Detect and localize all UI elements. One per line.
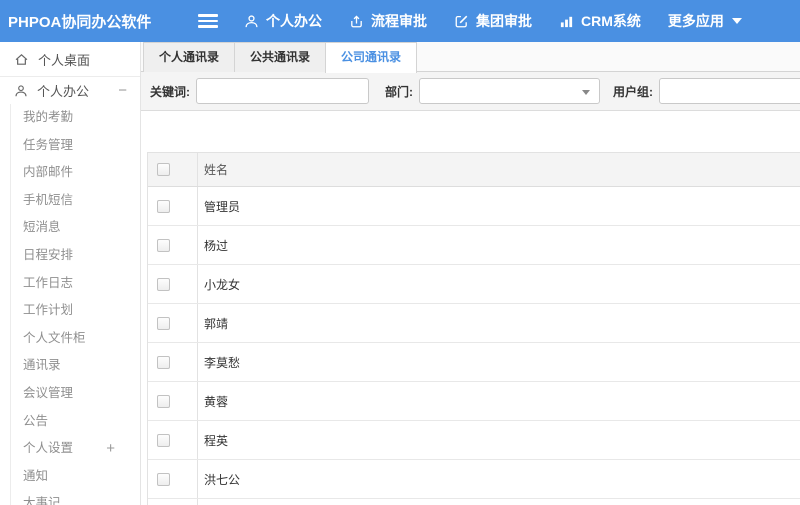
table-row[interactable]: 管理员 <box>148 187 800 226</box>
row-checkbox[interactable] <box>157 355 170 369</box>
sidebar-item-notifications[interactable]: 通知 <box>11 463 140 491</box>
sidebar-item-announcements[interactable]: 公告 <box>11 408 140 436</box>
chevron-down-icon <box>731 18 742 24</box>
sidebar-item-short-message[interactable]: 短消息 <box>11 214 140 242</box>
table-row[interactable]: 黄蓉 <box>148 382 800 421</box>
nav-label: 更多应用 <box>667 13 724 29</box>
contact-name: 杨过 <box>204 238 229 253</box>
column-header-name: 姓名 <box>204 163 229 177</box>
nav-crm-system[interactable]: CRM系统 <box>559 11 641 31</box>
department-label: 部门: <box>385 84 413 99</box>
sidebar-item-meeting-management[interactable]: 会议管理 <box>11 380 140 408</box>
keyword-label: 关键词: <box>150 84 190 99</box>
sidebar-item-file-cabinet[interactable]: 个人文件柜 <box>11 325 140 353</box>
sidebar-item-mobile-sms[interactable]: 手机短信 <box>11 187 140 215</box>
nav-label: 集团审批 <box>476 13 532 29</box>
contacts-table: 姓名 管理员 杨过 小龙女 郭靖 李莫愁 黄蓉 程英 洪七公 <box>147 152 800 505</box>
select-caret-icon <box>582 90 590 95</box>
filter-bar: 关键词: 部门: 用户组: <box>141 72 800 111</box>
expand-plus-icon[interactable]: + <box>106 435 115 463</box>
nav-more-apps[interactable]: 更多应用 <box>668 11 742 31</box>
edit-icon <box>454 14 469 29</box>
table-header-row: 姓名 <box>148 153 800 187</box>
contact-name: 李莫愁 <box>204 355 241 370</box>
row-checkbox[interactable] <box>157 277 170 291</box>
main-content: 个人通讯录 公共通讯录 公司通讯录 关键词: 部门: 用户组: 姓名 管理员 杨… <box>141 42 800 505</box>
menu-toggle-icon[interactable] <box>198 11 218 31</box>
table-row[interactable]: 郭靖 <box>148 304 800 343</box>
nav-label: CRM系统 <box>581 13 641 29</box>
nav-workflow-approval[interactable]: 流程审批 <box>349 11 427 31</box>
sidebar-submenu: 我的考勤 任务管理 内部邮件 手机短信 短消息 日程安排 工作日志 工作计划 个… <box>10 104 140 505</box>
tab-bar: 个人通讯录 公共通讯录 公司通讯录 <box>141 42 800 73</box>
tab-company-contacts[interactable]: 公司通讯录 <box>325 42 418 73</box>
table-row[interactable]: 程英 <box>148 421 800 460</box>
row-checkbox[interactable] <box>157 316 170 330</box>
sidebar: 个人桌面 个人办公 − 我的考勤 任务管理 内部邮件 手机短信 短消息 日程安排… <box>0 42 141 505</box>
sidebar-item-task-management[interactable]: 任务管理 <box>11 132 140 160</box>
nav-personal-office[interactable]: 个人办公 <box>244 11 322 31</box>
person-icon <box>244 14 259 29</box>
department-select[interactable] <box>419 78 600 104</box>
sidebar-group-label: 个人办公 <box>37 84 90 99</box>
sidebar-item-contacts[interactable]: 通讯录 <box>11 352 140 380</box>
row-checkbox[interactable] <box>157 433 170 447</box>
table-row[interactable]: 洪七公 <box>148 460 800 499</box>
contact-name: 黄蓉 <box>204 394 229 409</box>
row-checkbox[interactable] <box>157 394 170 408</box>
sidebar-item-personal-settings[interactable]: 个人设置 + <box>11 435 140 463</box>
row-checkbox[interactable] <box>157 238 170 252</box>
sidebar-item-work-plan[interactable]: 工作计划 <box>11 297 140 325</box>
workflow-upload-icon <box>349 14 364 29</box>
sidebar-item-schedule[interactable]: 日程安排 <box>11 242 140 270</box>
table-row-clipped <box>148 499 800 505</box>
nav-group-approval[interactable]: 集团审批 <box>454 11 532 31</box>
keyword-input[interactable] <box>196 78 369 104</box>
home-icon <box>14 52 29 67</box>
top-navigation: 个人办公 流程审批 集团审批 CRM系统 更多应用 <box>244 11 769 31</box>
app-header: PHPOA协同办公软件 个人办公 流程审批 集团审批 CRM系统 更多应用 <box>0 0 800 42</box>
usergroup-label: 用户组: <box>613 84 653 99</box>
table-row[interactable]: 李莫愁 <box>148 343 800 382</box>
sidebar-item-personal-desktop[interactable]: 个人桌面 <box>0 42 140 77</box>
contact-name: 程英 <box>204 433 229 448</box>
table-row[interactable]: 小龙女 <box>148 265 800 304</box>
app-title: PHPOA协同办公软件 <box>8 13 152 31</box>
contact-name: 管理员 <box>204 199 241 214</box>
collapse-minus-icon[interactable]: − <box>118 82 127 99</box>
sidebar-item-internal-mail[interactable]: 内部邮件 <box>11 159 140 187</box>
contact-name: 小龙女 <box>204 277 241 292</box>
tab-personal-contacts[interactable]: 个人通讯录 <box>143 42 236 72</box>
person-icon <box>14 84 28 98</box>
tab-public-contacts[interactable]: 公共通讯录 <box>234 42 327 72</box>
sidebar-group-personal-office[interactable]: 个人办公 − <box>0 77 140 104</box>
select-all-checkbox[interactable] <box>157 163 170 176</box>
usergroup-select[interactable] <box>659 78 800 104</box>
table-row[interactable]: 杨过 <box>148 226 800 265</box>
sidebar-item-memorabilia[interactable]: 大事记 <box>11 490 140 505</box>
contact-name: 洪七公 <box>204 472 241 487</box>
row-checkbox[interactable] <box>157 472 170 486</box>
sidebar-item-attendance[interactable]: 我的考勤 <box>11 104 140 132</box>
sidebar-item-work-log[interactable]: 工作日志 <box>11 270 140 298</box>
bar-chart-icon <box>559 14 574 29</box>
content-spacer <box>141 111 800 152</box>
sidebar-item-label: 个人桌面 <box>38 52 91 68</box>
nav-label: 个人办公 <box>266 13 322 29</box>
contact-name: 郭靖 <box>204 316 229 331</box>
row-checkbox[interactable] <box>157 199 170 213</box>
nav-label: 流程审批 <box>371 13 427 29</box>
